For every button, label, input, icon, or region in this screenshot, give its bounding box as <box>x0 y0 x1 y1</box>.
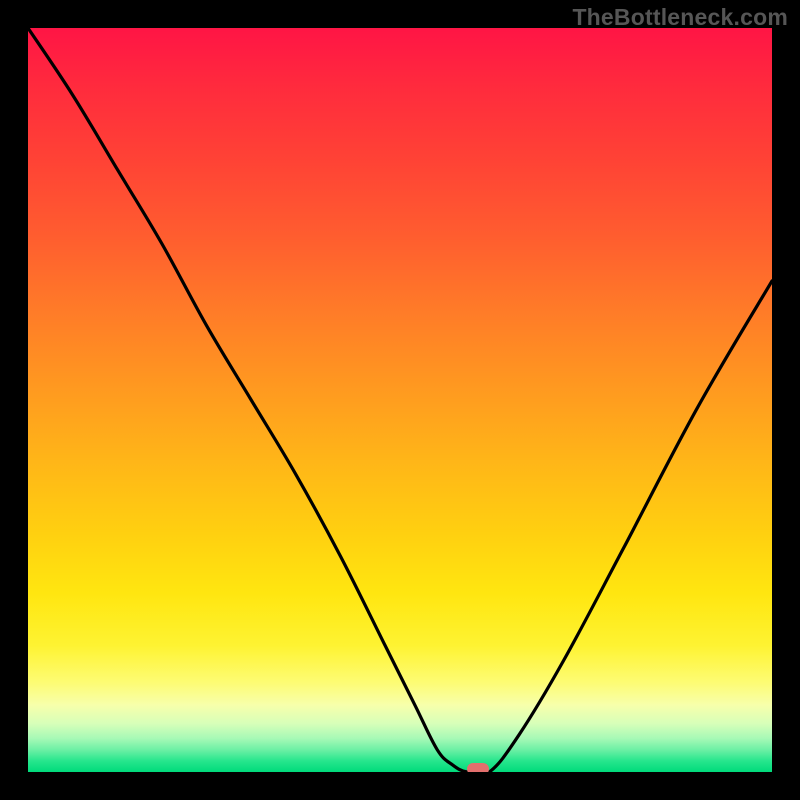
watermark-text: TheBottleneck.com <box>572 4 788 31</box>
optimum-marker <box>467 763 489 772</box>
bottleneck-curve <box>28 28 772 772</box>
chart-frame: TheBottleneck.com <box>0 0 800 800</box>
plot-area <box>28 28 772 772</box>
